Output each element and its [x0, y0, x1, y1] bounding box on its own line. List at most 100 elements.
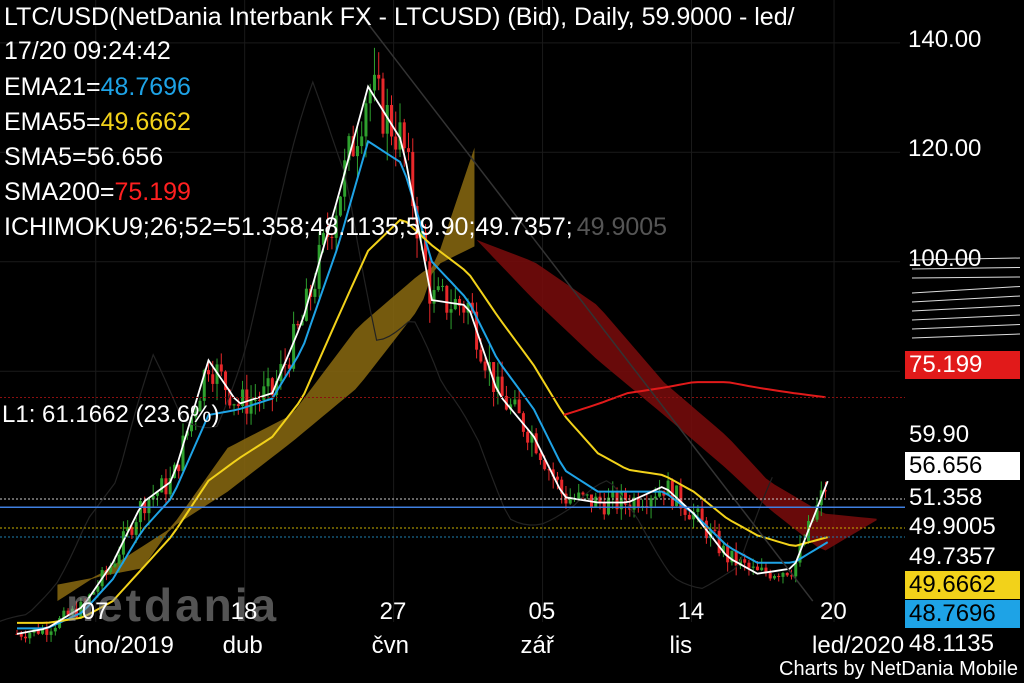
fib-level-label: L1: 61.1662 (23.6%)	[2, 401, 220, 428]
chart-timestamp: 17/20 09:24:42	[4, 37, 171, 65]
sma5-value: 56.656	[86, 143, 164, 171]
candle	[236, 404, 240, 406]
candle	[45, 628, 49, 635]
candle	[526, 431, 530, 443]
x-tick-month: zář	[520, 632, 554, 659]
fan-line	[911, 286, 1021, 294]
candle	[377, 74, 381, 79]
candle	[700, 508, 704, 521]
x-tick-month: čvn	[371, 632, 409, 659]
x-tick-month: dub	[222, 632, 263, 659]
y-tick-label: 140.00	[908, 25, 982, 53]
candle	[615, 491, 619, 510]
candle	[513, 399, 517, 405]
candle	[696, 508, 700, 512]
candle	[653, 496, 657, 499]
candle	[602, 502, 606, 515]
candle	[607, 497, 611, 515]
candle	[49, 631, 53, 635]
candle	[381, 78, 385, 134]
candle	[355, 146, 359, 157]
x-tick-month: úno/2019	[73, 632, 174, 659]
candle	[113, 563, 117, 567]
candle	[538, 453, 542, 461]
candle	[555, 476, 559, 480]
price-label: 48.7696	[905, 600, 1020, 628]
ichimoku-legend: ICHIMOKU9;26;52=51.358;48.1135;59.90;49.…	[4, 213, 668, 241]
candle	[751, 566, 755, 568]
price-label: 49.7357	[905, 543, 1020, 571]
candle	[232, 404, 236, 406]
candle	[432, 290, 436, 304]
fan-line	[911, 276, 1021, 279]
candle	[407, 148, 411, 152]
candle	[445, 285, 449, 313]
x-tick-month: led/2020	[812, 632, 905, 659]
candle	[313, 288, 317, 297]
credit-text: Charts by NetDania Mobile	[779, 658, 1018, 680]
candle	[517, 399, 521, 414]
candle	[743, 559, 747, 563]
sma5-legend: SMA5=56.656	[4, 143, 164, 171]
candle	[483, 361, 487, 371]
candle	[138, 501, 142, 523]
candle	[394, 136, 398, 150]
candle	[568, 499, 572, 504]
fan-line	[911, 324, 1021, 330]
candle	[360, 136, 364, 147]
candle	[207, 370, 211, 375]
candle	[781, 572, 785, 577]
fan-line	[911, 295, 1021, 303]
candle	[717, 530, 721, 554]
sma200-value: 75.199	[114, 178, 191, 206]
price-label: 51.358	[905, 484, 1020, 512]
x-tick-day: 27	[379, 598, 407, 625]
candle	[402, 122, 406, 149]
candle	[785, 572, 789, 576]
candle	[19, 634, 23, 637]
candle	[683, 508, 687, 515]
candle	[266, 378, 270, 387]
candle	[726, 545, 730, 563]
candle	[687, 514, 691, 520]
x-tick-day: 20	[820, 598, 847, 625]
candle	[364, 103, 368, 137]
x-tick-day: 07	[81, 598, 109, 625]
candle	[777, 576, 781, 578]
candle	[147, 499, 151, 514]
candle	[258, 399, 262, 401]
candle	[389, 105, 393, 137]
candle	[581, 492, 585, 495]
fan-line	[911, 333, 1021, 339]
candle	[211, 374, 215, 384]
candle	[479, 349, 483, 362]
y-tick-label: 120.00	[908, 135, 982, 163]
trendline	[356, 9, 814, 602]
price-label: 56.656	[905, 452, 1020, 480]
candle	[649, 498, 653, 507]
candle	[219, 364, 223, 372]
candle	[53, 627, 57, 632]
price-label: 75.199	[905, 351, 1020, 379]
candle	[372, 74, 376, 91]
candle	[253, 399, 257, 401]
candle	[577, 492, 581, 499]
candle	[500, 376, 504, 396]
fan-line	[911, 314, 1021, 321]
candle	[249, 399, 253, 414]
candle	[449, 309, 453, 313]
ema21-value: 48.7696	[100, 73, 191, 101]
ema55-legend: EMA55=49.6662	[4, 108, 191, 136]
x-tick-day: 18	[230, 598, 258, 625]
candle	[28, 632, 32, 639]
ema55-value: 49.6662	[100, 108, 191, 136]
x-tick-day: 14	[677, 598, 705, 625]
candle	[768, 572, 772, 579]
candle	[134, 522, 138, 535]
candle	[747, 562, 751, 568]
candle	[117, 554, 121, 564]
y-tick-label: 100.00	[908, 244, 982, 272]
candle	[713, 529, 717, 531]
fan-line	[911, 305, 1021, 312]
chart-title: LTC/USD(NetDania Interbank FX - LTCUSD) …	[4, 3, 795, 31]
